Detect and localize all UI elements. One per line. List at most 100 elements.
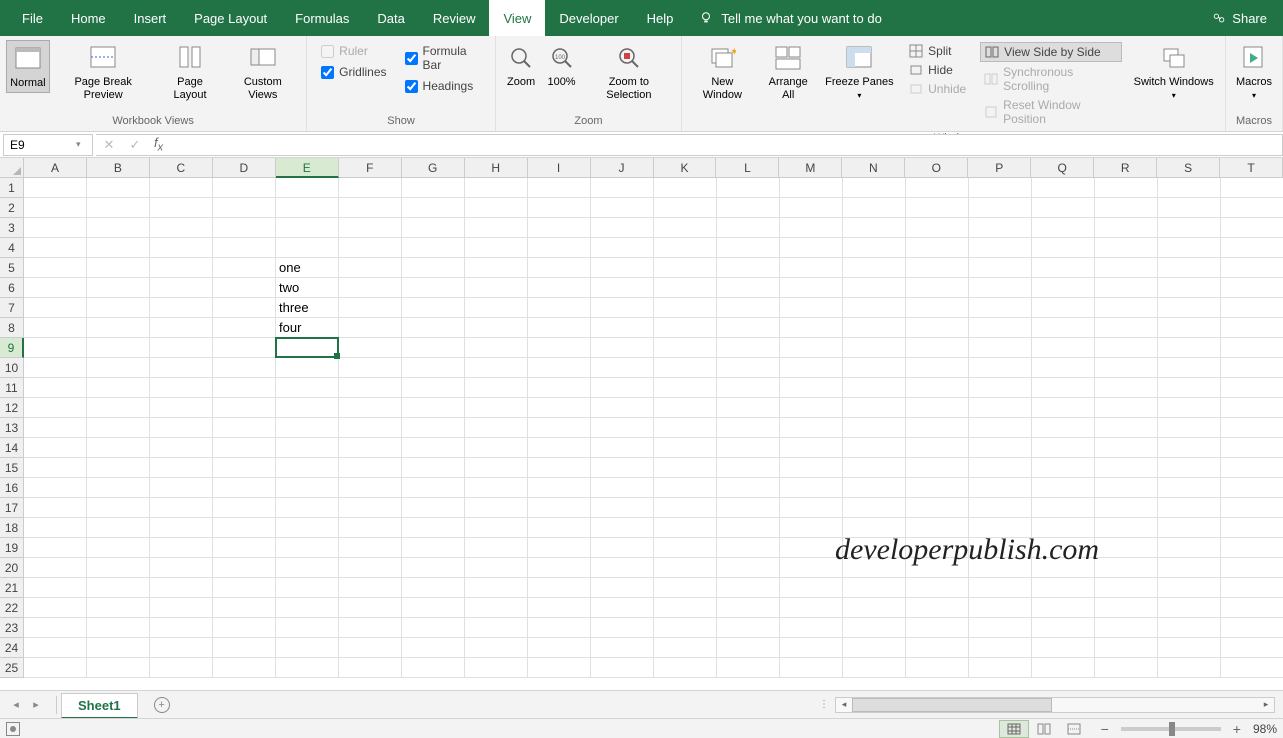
cell[interactable] [1221,518,1283,538]
cell[interactable] [1158,638,1221,658]
cell[interactable] [213,498,276,518]
cell[interactable] [1095,198,1158,218]
cell[interactable] [780,358,843,378]
cell[interactable] [339,618,402,638]
cell[interactable] [1032,178,1095,198]
zoom-percentage[interactable]: 98% [1253,722,1277,736]
cell[interactable] [1095,518,1158,538]
cell[interactable] [654,238,717,258]
cell[interactable] [465,478,528,498]
cell[interactable] [780,438,843,458]
cell[interactable] [465,418,528,438]
row-header[interactable]: 7 [0,298,24,318]
cell[interactable] [906,598,969,618]
menu-file[interactable]: File [8,0,57,36]
row-header[interactable]: 8 [0,318,24,338]
cell[interactable] [969,598,1032,618]
cell[interactable] [339,578,402,598]
switch-windows-button[interactable]: Switch Windows ▾ [1128,40,1218,104]
cell[interactable] [1221,458,1283,478]
cell[interactable] [591,598,654,618]
cell[interactable]: one [276,258,339,278]
cell[interactable] [87,378,150,398]
cell[interactable] [276,198,339,218]
column-header[interactable]: G [402,158,465,178]
name-box[interactable]: E9 ▾ [3,134,93,156]
cell[interactable] [906,558,969,578]
cell[interactable] [1095,538,1158,558]
zoom-button[interactable]: Zoom [502,40,540,91]
cell[interactable] [654,298,717,318]
cell[interactable] [213,318,276,338]
cell[interactable] [339,558,402,578]
cell[interactable] [150,438,213,458]
row-header[interactable]: 11 [0,378,24,398]
cell[interactable] [843,518,906,538]
cell[interactable] [87,298,150,318]
cell[interactable] [1221,618,1283,638]
cell[interactable] [1158,358,1221,378]
cell[interactable] [843,418,906,438]
menu-home[interactable]: Home [57,0,120,36]
cell[interactable] [528,598,591,618]
cell[interactable] [402,558,465,578]
cell[interactable] [969,438,1032,458]
cell[interactable] [591,198,654,218]
zoom-in-button[interactable]: + [1229,721,1245,737]
cell[interactable] [591,578,654,598]
macros-button[interactable]: Macros▾ [1232,40,1276,104]
custom-views-button[interactable]: Custom Views [225,40,300,104]
share-button[interactable]: Share [1204,11,1275,26]
cell[interactable] [213,198,276,218]
cell[interactable] [402,458,465,478]
cell[interactable] [654,638,717,658]
cell[interactable] [339,438,402,458]
cell[interactable] [654,438,717,458]
cell[interactable] [780,638,843,658]
row-header[interactable]: 13 [0,418,24,438]
cell[interactable] [276,658,339,678]
cell[interactable] [1032,218,1095,238]
cell[interactable] [717,598,780,618]
cell[interactable] [654,258,717,278]
cell[interactable] [1095,358,1158,378]
cell[interactable] [780,198,843,218]
cell[interactable] [717,638,780,658]
cell[interactable] [717,538,780,558]
cell[interactable] [1158,298,1221,318]
cell[interactable] [339,658,402,678]
row-header[interactable]: 4 [0,238,24,258]
sheet-tab-active[interactable]: Sheet1 [61,693,138,719]
cell[interactable] [1221,478,1283,498]
cell[interactable] [276,338,339,358]
cell[interactable] [1221,418,1283,438]
cell[interactable] [717,518,780,538]
cell[interactable] [1158,438,1221,458]
formula-bar-checkbox[interactable]: Formula Bar [405,44,481,72]
cell[interactable] [843,278,906,298]
cell[interactable] [1032,198,1095,218]
cell[interactable] [24,658,87,678]
cell[interactable] [1158,658,1221,678]
cell[interactable] [276,378,339,398]
cell[interactable] [339,538,402,558]
cell[interactable] [717,238,780,258]
cell[interactable] [402,278,465,298]
cell[interactable] [1095,398,1158,418]
cell[interactable] [87,418,150,438]
cell[interactable] [591,238,654,258]
cell[interactable] [969,478,1032,498]
cell[interactable] [906,538,969,558]
column-header[interactable]: E [276,158,339,178]
cell[interactable] [402,198,465,218]
cell[interactable] [780,238,843,258]
cell[interactable] [402,478,465,498]
cell[interactable] [1158,598,1221,618]
cell[interactable] [1032,398,1095,418]
cell[interactable] [150,298,213,318]
cell[interactable] [1095,318,1158,338]
cell[interactable] [87,558,150,578]
cell[interactable] [969,578,1032,598]
cell[interactable] [717,278,780,298]
cell[interactable]: two [276,278,339,298]
